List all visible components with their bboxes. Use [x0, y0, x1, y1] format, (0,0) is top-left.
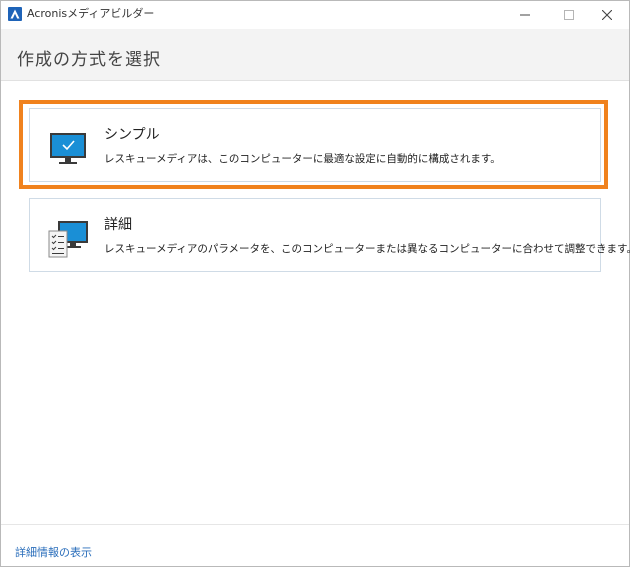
page-title: 作成の方式を選択 [17, 50, 161, 70]
option-simple-description: レスキューメディアは、このコンピューターに最適な設定に自動的に構成されます。 [104, 153, 501, 165]
title-bar: Acronisメディアビルダー [1, 1, 629, 29]
maximize-icon [564, 10, 574, 20]
app-window: Acronisメディアビルダー 作成の方式を選択 シンプル レスキューメディアは… [0, 0, 630, 567]
close-button[interactable] [587, 1, 627, 29]
minimize-icon [520, 14, 530, 16]
maximize-button[interactable] [549, 1, 589, 29]
option-simple-title: シンプル [104, 127, 160, 143]
window-title: Acronisメディアビルダー [27, 7, 155, 20]
monitor-checklist-icon [48, 221, 88, 258]
show-details-link[interactable]: 詳細情報の表示 [15, 544, 92, 560]
footer-divider [1, 524, 629, 525]
page-header: 作成の方式を選択 [1, 29, 629, 81]
option-detailed-title: 詳細 [104, 217, 132, 233]
close-icon [602, 10, 612, 20]
acronis-logo-icon [8, 7, 22, 21]
minimize-button[interactable] [505, 1, 545, 29]
monitor-check-icon [50, 133, 86, 164]
option-simple[interactable]: シンプル レスキューメディアは、このコンピューターに最適な設定に自動的に構成され… [29, 108, 601, 182]
option-detailed-description: レスキューメディアのパラメータを、このコンピューターまたは異なるコンピューターに… [104, 243, 630, 255]
option-detailed[interactable]: 詳細 レスキューメディアのパラメータを、このコンピューターまたは異なるコンピュー… [29, 198, 630, 272]
